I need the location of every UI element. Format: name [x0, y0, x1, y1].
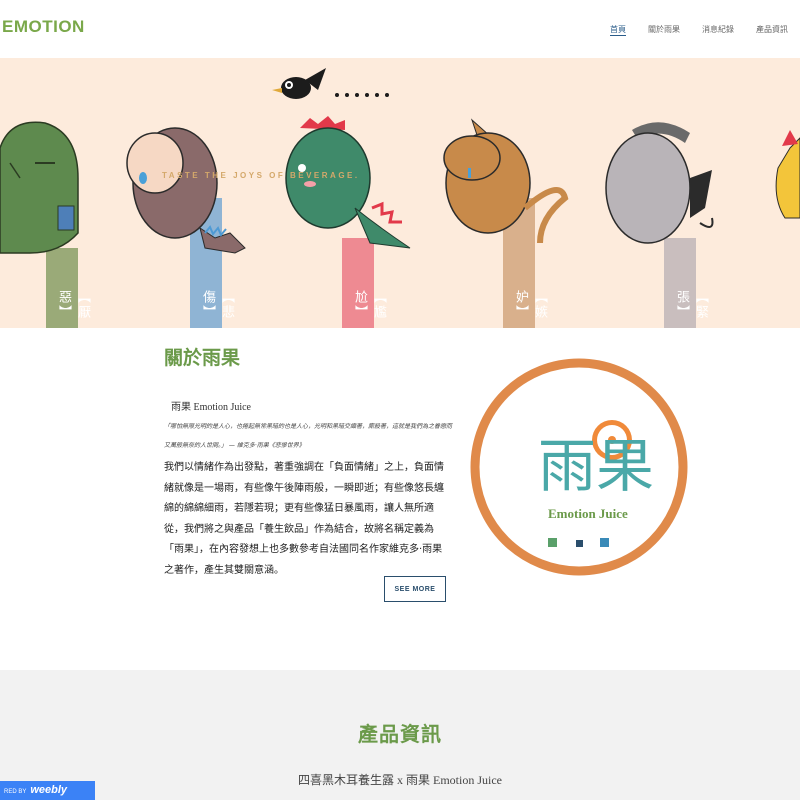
badge-dot-green [548, 538, 557, 547]
site-header: EMOTION 首頁 關於雨果 消息紀錄 產品資訊 [0, 0, 800, 58]
pillar-label-sadness: 【悲傷】 [200, 290, 234, 320]
products-section: 產品資訊 四喜黑木耳養生露 x 雨果 Emotion Juice [0, 670, 800, 800]
monster-embarrassment [285, 116, 411, 249]
about-quote: 「哪怕無限光明的是人心，也捲起無常黑暗的也是人心，光明和黑暗交織著，廝殺著，這就… [164, 423, 453, 449]
site-logo[interactable]: EMOTION [2, 17, 85, 37]
see-more-button[interactable]: SEE MORE [384, 576, 446, 602]
monster-disgust [0, 121, 79, 254]
monster-anger [775, 130, 800, 219]
weebly-brand: weebly [30, 784, 68, 796]
pillar-label-embarrassment: 【尷尬】 [352, 290, 386, 320]
hero-banner: TASTE THE JOYS OF BEVERAGE. 【厭惡】 【悲傷】 【尷… [0, 58, 800, 328]
monster-nervous [605, 122, 714, 244]
hero-tagline: TASTE THE JOYS OF BEVERAGE. [162, 171, 360, 180]
badge-dot-navy [576, 540, 583, 547]
badge-logo-text: 雨果 [538, 432, 654, 500]
monster-sadness [126, 127, 246, 254]
weebly-prefix: RED BY [4, 789, 27, 795]
main-nav: 首頁 關於雨果 消息紀錄 產品資訊 [610, 24, 788, 36]
nav-news[interactable]: 消息紀錄 [702, 24, 734, 36]
nav-products[interactable]: 產品資訊 [756, 24, 788, 36]
about-subtitle: 雨果 Emotion Juice [171, 402, 251, 413]
about-title: 關於雨果 [164, 347, 241, 369]
badge-text: Emotion Juice [548, 506, 628, 521]
pillar-label-disgust: 【厭惡】 [56, 290, 90, 320]
badge-dot-blue [600, 538, 609, 547]
monster-jealousy [443, 118, 569, 244]
hero-illustration [0, 68, 800, 328]
bird-icon [272, 68, 389, 99]
pillar-label-nervous: 【緊張】 [674, 290, 708, 320]
brand-badge-logo: 雨果 Emotion Juice [470, 358, 688, 576]
nav-about[interactable]: 關於雨果 [648, 24, 680, 36]
nav-home[interactable]: 首頁 [610, 24, 626, 36]
products-subtitle: 四喜黑木耳養生露 x 雨果 Emotion Juice [298, 773, 502, 787]
weebly-badge[interactable]: RED BY weebly [0, 781, 95, 800]
about-body: 我們以情緒作為出發點，著重強調在「負面情緒」之上，負面情緒就像是一場雨，有些像午… [164, 462, 444, 576]
pillar-label-jealousy: 【嫉妒】 [513, 290, 547, 320]
products-title: 產品資訊 [358, 722, 442, 746]
